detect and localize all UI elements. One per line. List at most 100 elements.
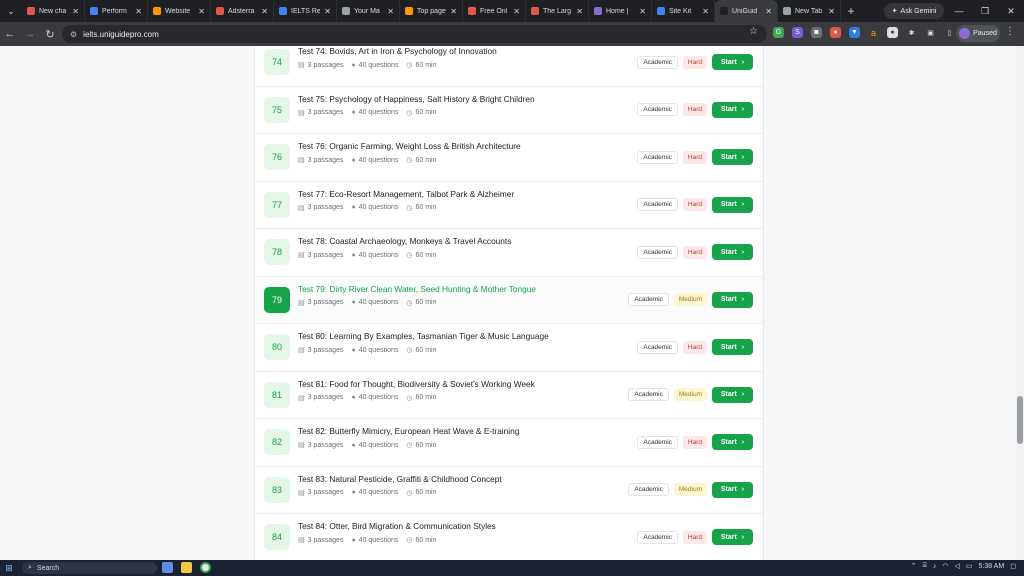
start-button[interactable]: Start › (712, 149, 753, 166)
address-bar[interactable]: ⚙ ielts.uniguidepro.com (62, 25, 767, 43)
restore-icon[interactable]: ❐ (972, 0, 998, 22)
extension-s-icon[interactable]: S (792, 27, 803, 38)
scrollbar[interactable] (1016, 46, 1024, 560)
browser-tab[interactable]: Top page ✕ (400, 0, 463, 22)
microphone-icon[interactable]: ♪ (933, 563, 937, 570)
test-title[interactable]: Test 82: Butterfly Mimicry, European Hea… (298, 426, 519, 436)
browser-tab[interactable]: Perform ✕ (85, 0, 148, 22)
browser-tab[interactable]: Home | ✕ (589, 0, 652, 22)
chevron-up-icon[interactable]: ⌃ (911, 562, 917, 570)
windows-start-icon[interactable]: ⊞ (0, 560, 18, 576)
test-row: 84 Test 84: Otter, Bird Migration & Commu… (255, 514, 763, 560)
tab-close-icon[interactable]: ✕ (261, 7, 268, 16)
start-button[interactable]: Start › (712, 101, 753, 118)
start-button[interactable]: Start › (712, 386, 753, 403)
tab-close-icon[interactable]: ✕ (576, 7, 583, 16)
tab-close-icon[interactable]: ✕ (513, 7, 520, 16)
taskbar: ⊞ ⌕ Search ⌃ ⌸ ♪ ◠ ◁ ▭ 5:38 AM ◻ (0, 560, 1024, 576)
start-button[interactable]: Start › (712, 196, 753, 213)
reload-icon[interactable]: ↻ (40, 24, 60, 44)
test-list: 74 Test 74: Bovids, Art in Iron & Psychol… (254, 46, 764, 560)
battery-icon[interactable]: ▭ (966, 562, 973, 570)
browser-tab[interactable]: New Tab ✕ (778, 0, 841, 22)
extension-red-icon[interactable]: ● (830, 27, 841, 38)
chrome-icon[interactable] (200, 562, 211, 573)
profile-button[interactable]: Paused (956, 25, 1000, 42)
taskbar-search[interactable]: ⌕ Search (22, 562, 157, 574)
test-number-badge: 77 (264, 191, 290, 218)
ask-gemini-button[interactable]: ✦ Ask Gemini (884, 3, 944, 19)
browser-tab[interactable]: Your Ma ✕ (337, 0, 400, 22)
passages-count: 3 passages (307, 299, 344, 306)
start-button[interactable]: Start › (712, 54, 753, 71)
browser-tab[interactable]: Adsterra ✕ (211, 0, 274, 22)
start-button[interactable]: Start › (712, 339, 753, 356)
test-title[interactable]: Test 79: Dirty River Clean Water, Seed H… (298, 284, 536, 294)
extension-gear-icon[interactable]: ✱ (906, 27, 917, 38)
category-badge: Academic (628, 293, 669, 307)
start-button[interactable]: Start › (712, 529, 753, 546)
scrollbar-thumb[interactable] (1017, 396, 1023, 444)
tab-close-icon[interactable]: ✕ (828, 7, 835, 16)
tab-close-icon[interactable]: ✕ (198, 7, 205, 16)
browser-tab[interactable]: IELTS Re ✕ (274, 0, 337, 22)
browser-tab[interactable]: New cha ✕ (22, 0, 85, 22)
browser-tab[interactable]: Site Kit ✕ (652, 0, 715, 22)
tab-close-icon[interactable]: ✕ (702, 7, 709, 16)
extension-camera-icon[interactable]: ◙ (811, 27, 822, 38)
site-info-icon[interactable]: ⚙ (70, 30, 77, 39)
questions-icon: ● (351, 299, 356, 306)
duration: 60 min (415, 156, 437, 164)
clock-time[interactable]: 5:38 AM (979, 563, 1005, 570)
tab-close-icon[interactable]: ✕ (387, 7, 394, 16)
bookmark-star-icon[interactable]: ☆ (749, 26, 758, 37)
tab-search-chevron-icon[interactable]: ⌄ (0, 0, 22, 22)
extension-amazon-icon[interactable]: a (868, 27, 879, 38)
start-label: Start (720, 153, 737, 161)
start-button[interactable]: Start › (712, 481, 753, 498)
browser-tab[interactable]: UniGuid ✕ (715, 0, 778, 22)
side-panel-icon[interactable]: ▯ (944, 27, 955, 38)
notifications-icon[interactable]: ◻ (1010, 562, 1016, 570)
test-number-badge: 80 (264, 334, 290, 361)
wifi-icon[interactable]: ◠ (942, 562, 948, 570)
forward-arrow-icon[interactable]: → (20, 24, 40, 44)
start-button[interactable]: Start › (712, 434, 753, 451)
back-arrow-icon[interactable]: ← (0, 24, 20, 44)
test-title[interactable]: Test 76: Organic Farming, Weight Loss & … (298, 141, 521, 151)
minimize-icon[interactable]: — (946, 0, 972, 22)
test-title[interactable]: Test 74: Bovids, Art in Iron & Psycholog… (298, 46, 497, 56)
extension-circle-icon[interactable]: ● (887, 27, 898, 38)
extension-shield-icon[interactable]: ▼ (849, 27, 860, 38)
browser-tab[interactable]: Website ✕ (148, 0, 211, 22)
category-badge: Academic (637, 530, 678, 544)
test-title[interactable]: Test 78: Coastal Archaeology, Monkeys & … (298, 236, 511, 246)
test-title[interactable]: Test 80: Learning By Examples, Tasmanian… (298, 331, 549, 341)
test-title[interactable]: Test 77: Eco-Resort Management, Talbot P… (298, 189, 514, 199)
start-button[interactable]: Start › (712, 291, 753, 308)
test-title[interactable]: Test 75: Psychology of Happiness, Salt H… (298, 94, 535, 104)
start-button[interactable]: Start › (712, 244, 753, 261)
extensions-puzzle-icon[interactable]: ▣ (925, 27, 936, 38)
chevron-right-icon: › (741, 343, 745, 351)
tab-close-icon[interactable]: ✕ (324, 7, 331, 16)
close-window-icon[interactable]: ✕ (998, 0, 1024, 22)
tab-close-icon[interactable]: ✕ (639, 7, 646, 16)
test-title[interactable]: Test 84: Otter, Bird Migration & Communi… (298, 521, 496, 531)
browser-tab[interactable]: The Larg ✕ (526, 0, 589, 22)
extension-green-icon[interactable]: G (773, 27, 784, 38)
browser-menu-icon[interactable]: ⋮ (1005, 26, 1015, 37)
test-title[interactable]: Test 83: Natural Pesticide, Graffiti & C… (298, 474, 502, 484)
tab-close-icon[interactable]: ✕ (450, 7, 457, 16)
network-icon[interactable]: ⌸ (923, 562, 927, 570)
test-title[interactable]: Test 81: Food for Thought, Biodiversity … (298, 379, 535, 389)
tab-close-icon[interactable]: ✕ (765, 7, 772, 16)
difficulty-badge: Hard (682, 103, 707, 117)
copilot-icon[interactable] (162, 562, 173, 573)
file-explorer-icon[interactable] (181, 562, 192, 573)
volume-icon[interactable]: ◁ (954, 562, 959, 570)
tab-close-icon[interactable]: ✕ (72, 7, 79, 16)
tab-close-icon[interactable]: ✕ (135, 7, 142, 16)
browser-tab[interactable]: Free Onl ✕ (463, 0, 526, 22)
new-tab-button[interactable]: + (841, 0, 861, 22)
